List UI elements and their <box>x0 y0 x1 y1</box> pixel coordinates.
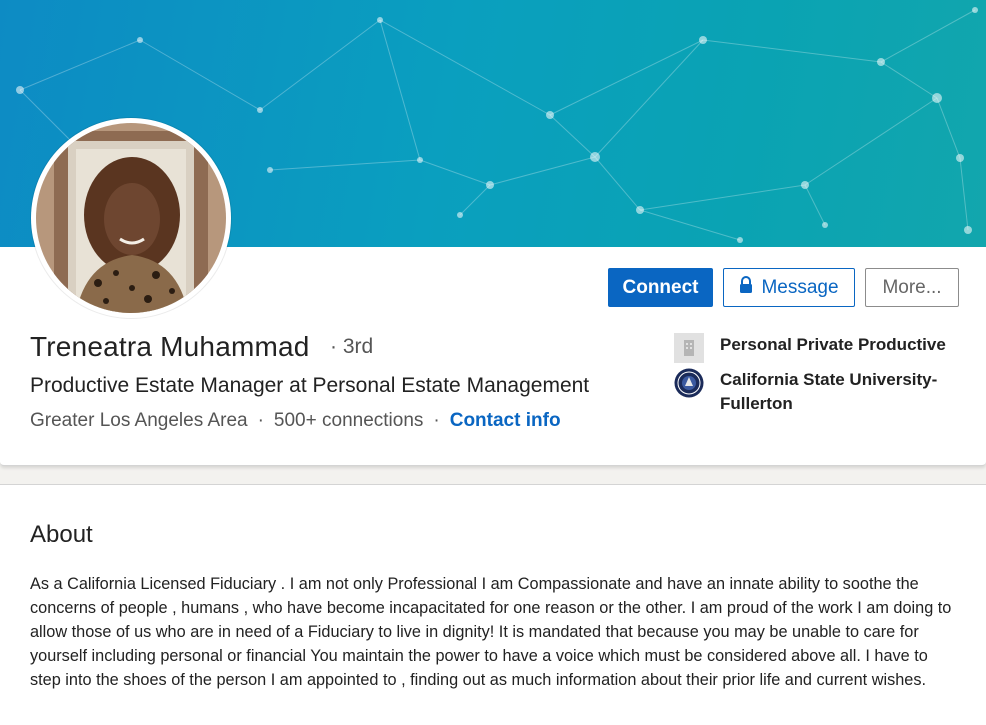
profile-avatar[interactable] <box>31 118 231 318</box>
more-label: More... <box>882 276 942 298</box>
connect-label: Connect <box>622 276 699 298</box>
connection-degree: · 3rd <box>330 335 374 358</box>
school-seal-icon <box>674 368 704 398</box>
profile-meta: Greater Los Angeles Area · 500+ connecti… <box>30 410 561 432</box>
education-school[interactable]: California State University-Fullerton <box>674 368 960 416</box>
school-name: California State University-Fullerton <box>720 370 938 413</box>
company-name: Personal Private Productive <box>720 335 946 354</box>
about-text: As a California Licensed Fiduciary . I a… <box>30 575 952 689</box>
company-logo-icon <box>674 333 704 363</box>
profile-top-card: Connect Message More... Treneatra Muhamm… <box>0 0 986 466</box>
connections-count[interactable]: 500+ connections <box>274 410 423 432</box>
message-label: Message <box>761 276 839 298</box>
about-title: About <box>30 521 93 548</box>
avatar-photo <box>36 123 226 313</box>
message-button[interactable]: Message <box>723 268 855 307</box>
separator: · <box>433 410 440 431</box>
more-button[interactable]: More... <box>865 268 959 307</box>
contact-info-link[interactable]: Contact info <box>450 410 561 432</box>
about-section: About As a California Licensed Fiduciary… <box>0 484 986 725</box>
profile-headline: Productive Estate Manager at Personal Es… <box>30 374 590 397</box>
separator: · <box>257 410 264 431</box>
lock-icon <box>739 275 753 300</box>
current-company[interactable]: Personal Private Productive <box>674 333 960 363</box>
connect-button[interactable]: Connect <box>608 268 713 307</box>
profile-name: Treneatra Muhammad <box>30 331 310 362</box>
location: Greater Los Angeles Area <box>30 410 248 431</box>
